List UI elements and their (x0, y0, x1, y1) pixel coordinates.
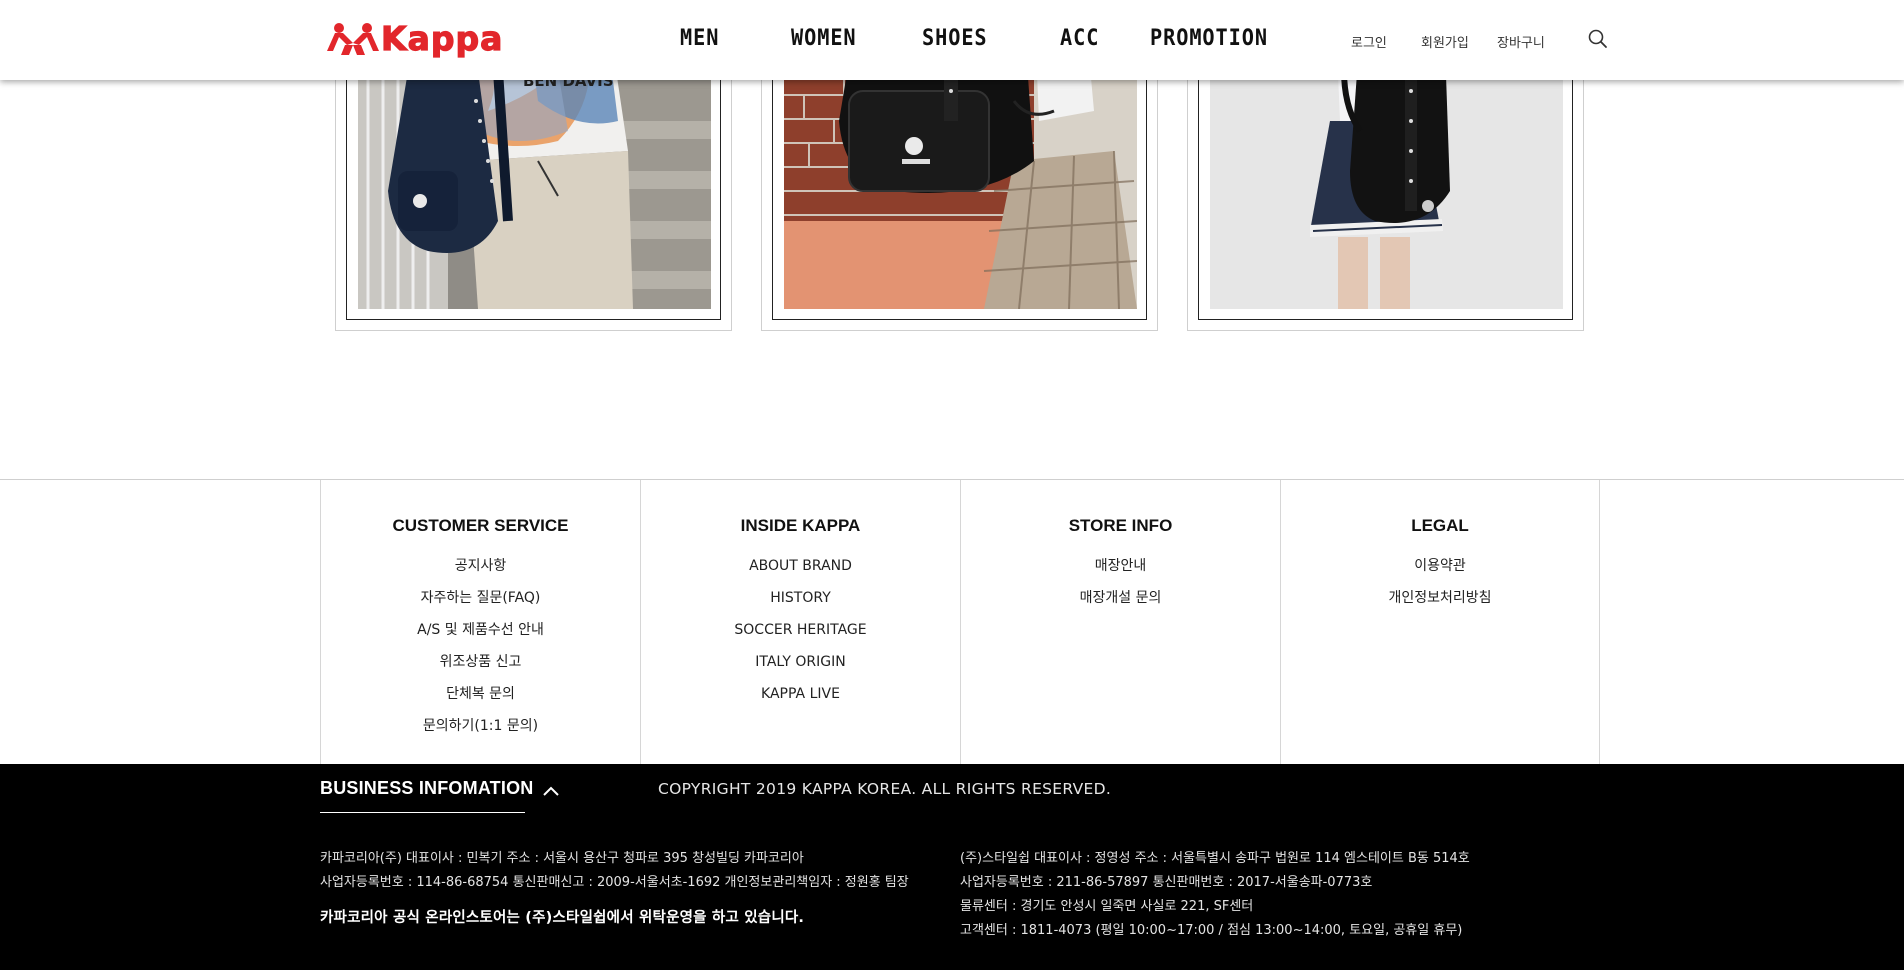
kappa-omini-logo-icon (327, 23, 379, 55)
search-button[interactable] (1587, 28, 1609, 50)
business-info: BUSINESS INFOMATION COPYRIGHT 2019 KAPPA… (0, 764, 1904, 970)
footer-link-list: 공지사항 자주하는 질문(FAQ) A/S 및 제품수선 안내 위조상품 신고 … (321, 556, 640, 748)
footer-col-title: INSIDE KAPPA (740, 516, 861, 535)
footer-col-legal: LEGAL 이용약관 개인정보처리방침 (1280, 480, 1600, 765)
nav-women[interactable]: WOMEN (791, 22, 857, 56)
footer-link-group-order[interactable]: 단체복 문의 (321, 684, 640, 716)
footer-col-title: STORE INFO (1068, 516, 1173, 535)
business-line: 사업자등록번호 : 211-86-57897 통신판매번호 : 2017-서울송… (960, 875, 1373, 890)
business-line: 고객센터 : 1811-4073 (평일 10:00~17:00 / 점심 13… (960, 923, 1463, 938)
business-info-toggle[interactable] (541, 782, 561, 800)
logo-wordmark: Kappa (380, 19, 504, 58)
footer-link-italy-origin[interactable]: ITALY ORIGIN (641, 652, 960, 684)
footer-link-store-locator[interactable]: 매장안내 (961, 556, 1280, 588)
business-info-title[interactable]: BUSINESS INFOMATION (320, 778, 533, 799)
footer-link-kappa-live[interactable]: KAPPA LIVE (641, 684, 960, 716)
business-line: 물류센터 : 경기도 안성시 일죽면 사실로 221, SF센터 (960, 899, 1254, 914)
footer-link-soccer-heritage[interactable]: SOCCER HERITAGE (641, 620, 960, 652)
footer-link-notice[interactable]: 공지사항 (321, 556, 640, 588)
footer-link-history[interactable]: HISTORY (641, 588, 960, 620)
footer-link-terms[interactable]: 이용약관 (1281, 556, 1599, 588)
join-link[interactable]: 회원가입 (1421, 32, 1469, 51)
footer-col-title: CUSTOMER SERVICE (392, 516, 569, 535)
footer-link-list: 매장안내 매장개설 문의 (961, 556, 1280, 620)
footer-link-about-brand[interactable]: ABOUT BRAND (641, 556, 960, 588)
business-line: 카파코리아(주) 대표이사 : 민복기 주소 : 서울시 용산구 청파로 395… (320, 851, 804, 866)
search-icon (1588, 29, 1607, 48)
footer-col-title: LEGAL (1411, 516, 1469, 535)
cart-link[interactable]: 장바구니 (1497, 32, 1545, 51)
business-line: (주)스타일쉽 대표이사 : 정영성 주소 : 서울특별시 송파구 법원로 11… (960, 851, 1470, 866)
footer-link-privacy[interactable]: 개인정보처리방침 (1281, 588, 1599, 620)
footer-col-customer-service: CUSTOMER SERVICE 공지사항 자주하는 질문(FAQ) A/S 및… (320, 480, 640, 765)
footer-link-counterfeit[interactable]: 위조상품 신고 (321, 652, 640, 684)
nav-men[interactable]: MEN (680, 22, 719, 56)
site-header: Kappa MEN WOMEN SHOES ACC PROMOTION 로그인 … (0, 0, 1904, 80)
nav-acc[interactable]: ACC (1060, 22, 1099, 56)
business-title-underline (320, 812, 525, 813)
copyright-text: COPYRIGHT 2019 KAPPA KOREA. ALL RIGHTS R… (658, 780, 1112, 798)
nav-promotion[interactable]: PROMOTION (1150, 22, 1268, 56)
business-line: 사업자등록번호 : 114-86-68754 통신판매신고 : 2009-서울서… (320, 875, 909, 890)
kappa-logo[interactable]: Kappa (325, 19, 521, 58)
footer-col-inside-kappa: INSIDE KAPPA ABOUT BRAND HISTORY SOCCER … (640, 480, 960, 765)
footer-link-list: ABOUT BRAND HISTORY SOCCER HERITAGE ITAL… (641, 556, 960, 716)
footer-links: CUSTOMER SERVICE 공지사항 자주하는 질문(FAQ) A/S 및… (0, 479, 1904, 765)
footer-link-as[interactable]: A/S 및 제품수선 안내 (321, 620, 640, 652)
footer-link-list: 이용약관 개인정보처리방침 (1281, 556, 1599, 620)
operation-notice: 카파코리아 공식 온라인스토어는 (주)스타일쉽에서 위탁운영을 하고 있습니다… (320, 910, 805, 926)
footer-link-inquiry[interactable]: 문의하기(1:1 문의) (321, 716, 640, 748)
footer-link-store-opening[interactable]: 매장개설 문의 (961, 588, 1280, 620)
chevron-up-icon (543, 786, 559, 796)
footer-col-store-info: STORE INFO 매장안내 매장개설 문의 (960, 480, 1280, 765)
footer-link-faq[interactable]: 자주하는 질문(FAQ) (321, 588, 640, 620)
login-link[interactable]: 로그인 (1351, 32, 1387, 51)
nav-shoes[interactable]: SHOES (922, 22, 988, 56)
